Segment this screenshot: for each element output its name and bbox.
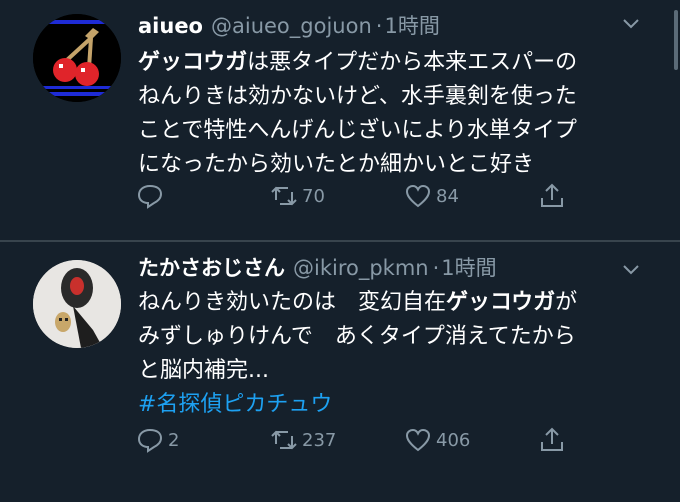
separator-dot: · — [432, 256, 440, 280]
bold-term: ゲッコウガ — [446, 290, 556, 315]
tweet-text-line: になったから効いたとか細かいとこ好き — [138, 152, 535, 177]
tweet-text-line: が — [555, 290, 578, 315]
timestamp[interactable]: 1時間 — [441, 252, 496, 282]
user-handle[interactable]: @ikiro_pkmn — [293, 256, 429, 280]
retweet-count: 70 — [302, 185, 325, 207]
display-name[interactable]: たかさおじさん — [138, 252, 285, 282]
tweet-text-line: ことで特性へんげんじざいにより水単タイプ — [138, 118, 577, 143]
like-count: 406 — [436, 429, 471, 451]
tweet-text-line: みずしゅりけんで あくタイプ消えてたから — [138, 324, 576, 349]
like-button[interactable]: 84 — [404, 182, 459, 210]
tweet-divider — [0, 240, 680, 242]
avatar[interactable] — [33, 260, 121, 348]
reply-button[interactable]: 2 — [136, 426, 179, 454]
tweet-text-line: ねんりき効いたのは 変幻自在 — [138, 290, 447, 315]
like-icon — [405, 428, 431, 452]
share-icon — [541, 427, 563, 451]
tweet-text-line: と脳内補完... — [138, 358, 269, 383]
share-icon — [541, 183, 563, 207]
timestamp[interactable]: 1時間 — [384, 10, 439, 40]
reply-count: 2 — [168, 429, 180, 451]
scrollbar[interactable] — [674, 10, 678, 70]
user-handle[interactable]: @aiueo_gojuon — [211, 14, 372, 38]
like-button[interactable]: 406 — [404, 426, 470, 454]
tweet-header: たかさおじさん @ikiro_pkmn · 1時間 — [138, 252, 497, 282]
retweet-button[interactable]: 70 — [270, 182, 325, 210]
share-button[interactable] — [538, 182, 566, 210]
bold-term: ゲッコウガ — [138, 50, 248, 75]
retweet-count: 237 — [302, 429, 337, 451]
tweet-text-line: は悪タイプだから本来エスパーの — [247, 50, 578, 75]
retweet-button[interactable]: 237 — [270, 426, 336, 454]
cherry-avatar-image — [33, 14, 121, 102]
tweet-text: ねんりき効いたのは 変幻自在ゲッコウガが みずしゅりけんで あくタイプ消えてたか… — [138, 286, 577, 422]
retweet-icon — [271, 430, 297, 450]
share-button[interactable] — [538, 426, 566, 454]
figure-avatar-image — [33, 260, 121, 348]
chevron-down-icon[interactable] — [622, 18, 640, 30]
display-name[interactable]: aiueo — [138, 14, 203, 38]
hashtag-link[interactable]: #名探偵ピカチュウ — [138, 388, 577, 422]
like-count: 84 — [436, 185, 459, 207]
chevron-down-icon[interactable] — [622, 264, 640, 276]
tweet-text-line: ねんりきは効かないけど、水手裏剣を使った — [138, 84, 577, 109]
retweet-icon — [271, 186, 297, 206]
like-icon — [405, 184, 431, 208]
reply-button[interactable] — [136, 182, 168, 210]
reply-icon — [137, 428, 163, 453]
separator-dot: · — [375, 14, 383, 38]
reply-icon — [137, 184, 163, 209]
tweet-text: ゲッコウガは悪タイプだから本来エスパーの ねんりきは効かないけど、水手裏剣を使っ… — [138, 46, 577, 182]
avatar[interactable] — [33, 14, 121, 102]
tweet-header: aiueo @aiueo_gojuon · 1時間 — [138, 10, 440, 40]
